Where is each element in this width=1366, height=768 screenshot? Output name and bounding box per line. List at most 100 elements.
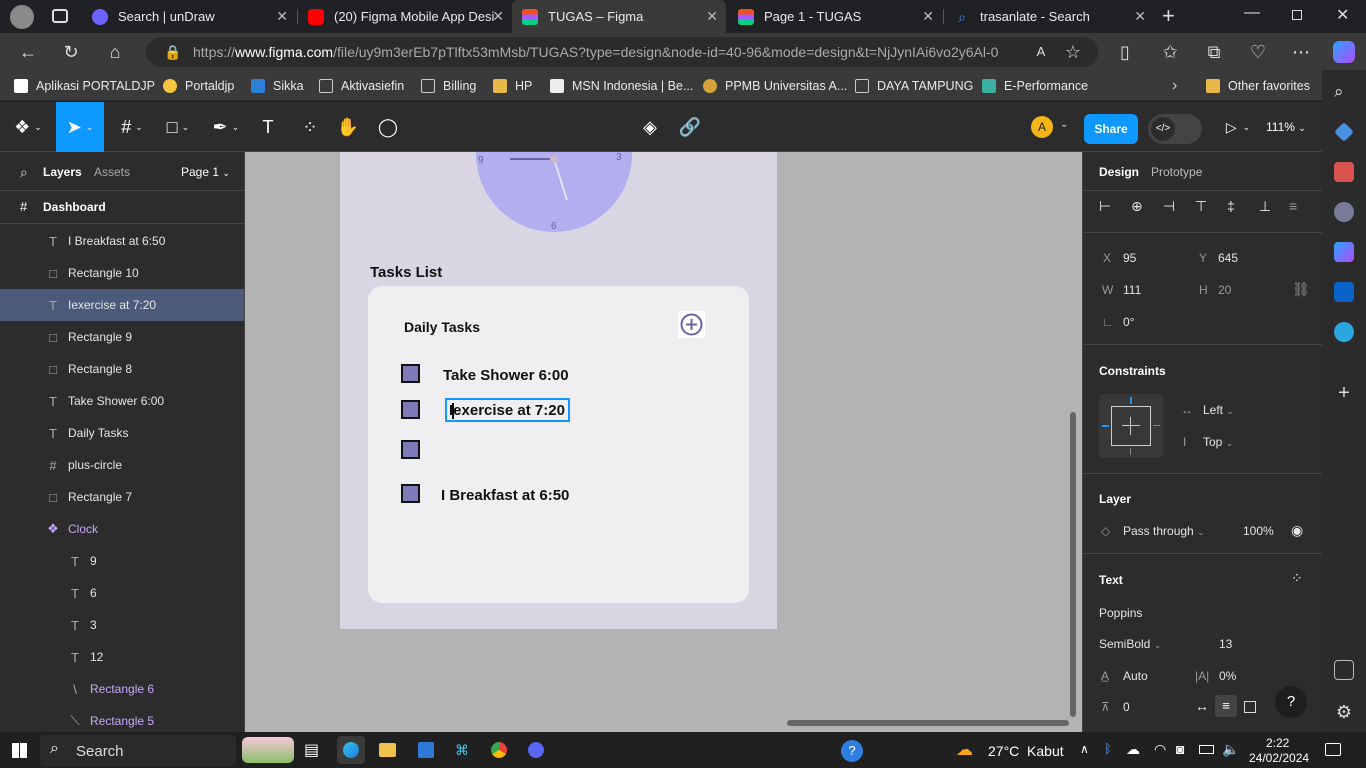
auto-width-icon[interactable]: ↔ [1195, 698, 1209, 714]
store-icon[interactable] [418, 742, 434, 758]
camera-icon[interactable]: ◙ [1176, 741, 1184, 757]
frame-tool-icon[interactable]: # ⌄ [112, 102, 152, 152]
clock-illustration[interactable]: 9 3 6 [475, 152, 635, 237]
favorites-icon[interactable]: ✩ [1159, 41, 1181, 63]
distribute-icon[interactable]: ≡ [1289, 198, 1297, 214]
layer-row[interactable]: T Take Shower 6:00 [0, 385, 244, 417]
profile-avatar-icon[interactable] [10, 5, 34, 29]
opacity-input[interactable]: 100% [1243, 524, 1274, 538]
constrain-proportions-icon[interactable]: ⛓ [1292, 281, 1310, 298]
browser-tab-undraw[interactable]: Search | unDraw ✕ [82, 0, 296, 33]
plus-circle-icon[interactable] [678, 311, 705, 338]
file-explorer-icon[interactable] [379, 743, 396, 757]
cloud-icon[interactable]: ☁ [1126, 741, 1140, 758]
bookmark-item[interactable]: MSN Indonesia | Be... [550, 76, 693, 96]
task-text-exercise[interactable]: Iexercise at 7:20 [449, 402, 565, 419]
restore-icon[interactable] [1292, 10, 1302, 20]
paragraph-spacing-input[interactable]: 0 [1123, 700, 1130, 714]
new-tab-icon[interactable]: + [1162, 3, 1175, 29]
layer-row[interactable]: T9 [0, 545, 244, 577]
chevron-up-icon[interactable]: ∧ [1080, 742, 1089, 756]
present-play-icon[interactable]: ▷ ⌄ [1220, 102, 1256, 152]
constraints-widget[interactable] [1099, 394, 1163, 458]
tab-actions-icon[interactable] [52, 9, 68, 23]
layer-row[interactable]: □ Rectangle 9 [0, 321, 244, 353]
task-checkbox[interactable] [401, 400, 420, 419]
wifi-icon[interactable]: ◠ [1154, 741, 1166, 758]
tab-design[interactable]: Design [1099, 165, 1139, 179]
bluetooth-icon[interactable]: ᛒ [1104, 741, 1112, 756]
share-button[interactable]: Share [1084, 114, 1138, 144]
align-v-center-icon[interactable]: ‡ [1227, 198, 1235, 214]
align-h-center-icon[interactable]: ⊕ [1131, 198, 1143, 215]
daily-tasks-card[interactable]: Daily Tasks [368, 286, 749, 603]
design-canvas[interactable]: 9 3 6 Tasks List Daily Tasks Take Shower… [245, 152, 1082, 732]
bookmark-item[interactable]: Aktivasiefin [319, 76, 404, 96]
tools-icon[interactable] [1334, 162, 1354, 182]
bookmark-item[interactable]: Portaldjp [163, 76, 234, 96]
align-left-icon[interactable]: ⊢ [1099, 198, 1111, 215]
dev-mode-toggle[interactable]: </> [1148, 114, 1202, 144]
bookmark-item[interactable]: Billing [421, 76, 476, 96]
align-top-icon[interactable]: ⊤ [1195, 198, 1207, 215]
windows-start-icon[interactable] [12, 743, 27, 758]
vertical-constraint-select[interactable]: Top ⌄ [1203, 435, 1233, 449]
page-selector[interactable]: Page 1 ⌄ [181, 165, 230, 179]
x-input[interactable]: 95 [1123, 251, 1136, 265]
figma-main-menu-icon[interactable]: ❖ ⌄ [8, 102, 48, 152]
layer-row[interactable]: □ Rectangle 10 [0, 257, 244, 289]
add-app-icon[interactable]: + [1334, 383, 1354, 404]
close-tab-icon[interactable]: ✕ [276, 8, 288, 25]
vertical-scrollbar[interactable] [1070, 412, 1076, 717]
text-tool-icon[interactable]: T [254, 102, 282, 152]
copilot-app-icon[interactable] [1334, 242, 1354, 262]
text-styles-icon[interactable]: ⁘ [1291, 570, 1303, 587]
extensions-icon[interactable]: ♡ [1247, 41, 1269, 63]
root-frame-dashboard[interactable]: Dashboard [43, 200, 106, 214]
layer-row[interactable]: ❖ Clock [0, 513, 244, 545]
close-window-icon[interactable]: ✕ [1336, 5, 1349, 25]
more-menu-icon[interactable]: ⋯ [1290, 41, 1312, 63]
constraint-left-marker[interactable] [1102, 425, 1109, 427]
outlook-icon[interactable] [1334, 282, 1354, 302]
h-input[interactable]: 20 [1218, 283, 1231, 297]
browser-tab-search[interactable]: ⌕ trasanlate - Search ✕ [944, 0, 1154, 33]
split-screen-icon[interactable]: ▯ [1114, 41, 1136, 63]
daily-tasks-title[interactable]: Daily Tasks [404, 319, 480, 335]
eye-icon[interactable]: ◉ [1291, 522, 1303, 539]
read-aloud-icon[interactable]: A [1030, 41, 1052, 63]
layer-row[interactable]: T I Breakfast at 6:50 [0, 225, 244, 257]
bookmark-item[interactable]: PPMB Universitas A... [703, 76, 847, 96]
bookmarks-overflow-icon[interactable]: › [1172, 76, 1177, 96]
url-input[interactable]: 🔒 https://www.figma.com/file/uy9m3erEb7p… [146, 37, 1098, 67]
tasks-list-title[interactable]: Tasks List [370, 264, 442, 281]
bookmark-item[interactable]: Other favorites [1206, 76, 1310, 96]
back-icon[interactable]: ← [17, 41, 39, 63]
task-view-icon[interactable]: ▤ [304, 740, 319, 760]
app-icon[interactable]: ⌘ [455, 742, 469, 759]
screenshot-icon[interactable] [1334, 660, 1354, 680]
task-checkbox[interactable] [401, 440, 420, 459]
copilot-icon[interactable] [1333, 41, 1355, 63]
refresh-icon[interactable]: ↻ [60, 41, 82, 63]
align-text-left-icon[interactable]: ≡ [1215, 695, 1237, 717]
telegram-icon[interactable] [1334, 322, 1354, 342]
games-icon[interactable] [1334, 202, 1354, 222]
battery-icon[interactable] [1199, 745, 1214, 754]
chrome-icon[interactable] [491, 742, 507, 758]
font-size-input[interactable]: 13 [1219, 637, 1232, 651]
align-bottom-icon[interactable]: ⊥ [1259, 198, 1271, 215]
layer-row[interactable]: □ Rectangle 7 [0, 481, 244, 513]
task-text-breakfast[interactable]: I Breakfast at 6:50 [441, 487, 569, 504]
layer-row[interactable]: T Iexercise at 7:20 [0, 289, 244, 321]
weather-text[interactable]: 27°C Kabut [988, 743, 1064, 759]
help-button[interactable]: ? [1275, 686, 1307, 718]
align-right-icon[interactable]: ⊣ [1163, 198, 1175, 215]
bookmark-item[interactable]: E-Performance [982, 76, 1088, 96]
layer-row[interactable]: T 12 [0, 641, 244, 673]
hand-tool-icon[interactable]: ✋ [334, 102, 362, 152]
collections-icon[interactable]: ⧉ [1203, 41, 1225, 63]
font-family-select[interactable]: Poppins [1099, 606, 1142, 620]
constraint-top-marker[interactable] [1130, 397, 1132, 404]
notifications-icon[interactable] [1325, 743, 1341, 756]
